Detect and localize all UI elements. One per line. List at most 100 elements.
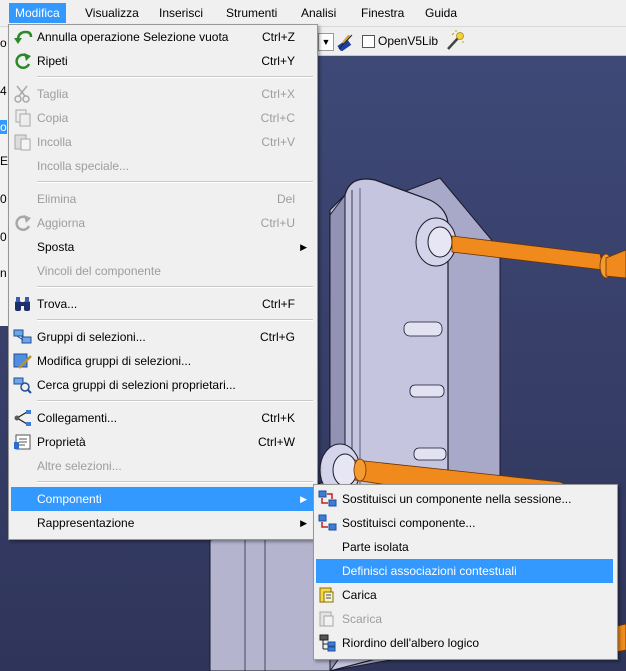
- menu-item-label: Collegamenti...: [37, 411, 118, 425]
- unload-icon: [319, 611, 334, 627]
- menu-item-collegamenti[interactable]: Collegamenti... Ctrl+K: [11, 406, 313, 430]
- menu-separator: [37, 400, 313, 402]
- submenu-item-definisci-associazioni[interactable]: Definisci associazioni contestuali: [316, 559, 613, 583]
- menu-item-label: Trova...: [37, 297, 78, 311]
- submenu-item-label: Definisci associazioni contestuali: [342, 564, 517, 578]
- redo-icon: [15, 53, 31, 69]
- menu-item-trova[interactable]: Trova... Ctrl+F: [11, 292, 313, 316]
- edit-selection-sets-icon: [13, 353, 32, 369]
- menu-analisi[interactable]: Analisi: [295, 5, 342, 21]
- selection-sets-icon: [13, 329, 32, 344]
- menu-guida[interactable]: Guida: [419, 5, 463, 21]
- paint-brush-icon[interactable]: [336, 31, 356, 51]
- menu-separator: [37, 76, 313, 78]
- menu-separator: [37, 481, 313, 483]
- menu-item-copia[interactable]: Copia Ctrl+C: [11, 106, 313, 130]
- menu-item-aggiorna[interactable]: Aggiorna Ctrl+U: [11, 211, 313, 235]
- menu-item-proprieta[interactable]: Proprietà Ctrl+W: [11, 430, 313, 454]
- magic-wand-icon[interactable]: [444, 30, 466, 52]
- search-selection-sets-icon: [13, 377, 32, 394]
- menu-item-rappresentazione[interactable]: Rappresentazione ▶: [11, 511, 313, 535]
- left-strip-char: E: [0, 154, 9, 168]
- menu-finestra[interactable]: Finestra: [355, 5, 410, 21]
- left-strip-char: n: [0, 266, 7, 280]
- paste-icon: [14, 134, 31, 151]
- menu-item-label: Copia: [37, 111, 69, 125]
- menu-item-label: Incolla: [37, 135, 72, 149]
- replace-component-icon: [318, 514, 337, 531]
- menu-item-modifica-gruppi[interactable]: Modifica gruppi di selezioni...: [11, 349, 313, 373]
- submenu-item-label: Riordino dell'albero logico: [342, 636, 480, 650]
- left-strip-char: o: [0, 120, 7, 134]
- submenu-item-scarica[interactable]: Scarica: [316, 607, 613, 631]
- left-strip-char: 0: [0, 192, 7, 206]
- menu-item-label: Annulla operazione Selezione vuota: [37, 30, 229, 44]
- menu-item-label: Incolla speciale...: [37, 159, 130, 173]
- load-icon: [319, 587, 334, 603]
- menu-item-taglia[interactable]: Taglia Ctrl+X: [11, 82, 313, 106]
- scissors-icon: [14, 85, 30, 103]
- submenu-arrow-icon: ▶: [300, 242, 307, 252]
- properties-icon: [14, 434, 31, 450]
- menu-separator: [37, 181, 313, 183]
- menu-item-shortcut: Ctrl+G: [259, 330, 295, 344]
- undo-icon: [14, 30, 33, 44]
- menu-item-shortcut: Ctrl+Y: [261, 54, 295, 68]
- submenu-item-sostituisci-componente[interactable]: Sostituisci componente...: [316, 511, 613, 535]
- copy-icon: [15, 109, 31, 127]
- submenu-item-riordino[interactable]: Riordino dell'albero logico: [316, 631, 613, 655]
- left-strip-char: 4: [0, 84, 7, 98]
- menu-item-shortcut: Ctrl+W: [258, 435, 295, 449]
- menu-item-shortcut: Ctrl+U: [260, 216, 295, 230]
- submenu-item-carica[interactable]: Carica: [316, 583, 613, 607]
- submenu-item-label: Carica: [342, 588, 377, 602]
- menu-item-label: Rappresentazione: [37, 516, 135, 530]
- submenu-arrow-icon: ▶: [300, 494, 307, 504]
- menu-item-elimina[interactable]: Elimina Del: [11, 187, 313, 211]
- menu-item-label: Ripeti: [37, 54, 68, 68]
- openv5lib-checkbox[interactable]: [362, 35, 375, 48]
- menu-strumenti[interactable]: Strumenti: [220, 5, 283, 21]
- menu-item-label: Cerca gruppi di selezioni proprietari...: [37, 378, 236, 392]
- menu-item-componenti[interactable]: Componenti ▶: [11, 487, 313, 511]
- specification-tree-edge: o 4 o E 0 0 n: [0, 26, 8, 326]
- menu-modifica[interactable]: Modifica: [9, 3, 66, 23]
- menu-item-incolla[interactable]: Incolla Ctrl+V: [11, 130, 313, 154]
- replace-session-icon: [318, 490, 337, 507]
- menu-item-shortcut: Ctrl+X: [261, 87, 295, 101]
- menu-item-sposta[interactable]: Sposta ▶: [11, 235, 313, 259]
- menu-item-label: Altre selezioni...: [37, 459, 122, 473]
- menu-item-label: Elimina: [37, 192, 77, 206]
- menu-item-vincoli[interactable]: Vincoli del componente: [11, 259, 313, 283]
- menu-item-altre-selezioni[interactable]: Altre selezioni...: [11, 454, 313, 478]
- menu-item-label: Componenti: [37, 492, 102, 506]
- menu-separator: [37, 286, 313, 288]
- menu-item-gruppi-selezioni[interactable]: Gruppi di selezioni... Ctrl+G: [11, 325, 313, 349]
- submenu-item-sostituisci-sessione[interactable]: Sostituisci un componente nella sessione…: [316, 487, 613, 511]
- submenu-item-parte-isolata[interactable]: Parte isolata: [316, 535, 613, 559]
- menu-item-label: Aggiorna: [37, 216, 86, 230]
- componenti-submenu: Sostituisci un componente nella sessione…: [313, 484, 618, 660]
- menu-item-label: Modifica gruppi di selezioni...: [37, 354, 192, 368]
- left-strip-char: o: [0, 36, 7, 50]
- menu-item-annulla[interactable]: Annulla operazione Selezione vuota Ctrl+…: [11, 25, 313, 49]
- update-icon: [15, 215, 31, 231]
- modifica-dropdown: Annulla operazione Selezione vuota Ctrl+…: [8, 24, 318, 540]
- left-strip-char: 0: [0, 230, 7, 244]
- submenu-item-label: Parte isolata: [342, 540, 409, 554]
- menu-item-incolla-speciale[interactable]: Incolla speciale...: [11, 154, 313, 178]
- menu-item-ripeti[interactable]: Ripeti Ctrl+Y: [11, 49, 313, 73]
- menu-item-shortcut: Ctrl+C: [260, 111, 295, 125]
- menu-item-shortcut: Del: [276, 192, 295, 206]
- toolbar: ▼ OpenV5Lib: [316, 27, 626, 56]
- binoculars-icon: [15, 297, 30, 311]
- menu-visualizza[interactable]: Visualizza: [79, 5, 145, 21]
- menu-inserisci[interactable]: Inserisci: [153, 5, 209, 21]
- menu-item-cerca-gruppi[interactable]: Cerca gruppi di selezioni proprietari...: [11, 373, 313, 397]
- submenu-arrow-icon: ▶: [300, 518, 307, 528]
- menu-item-label: Vincoli del componente: [37, 264, 161, 278]
- combo-dropdown-button[interactable]: ▼: [318, 33, 334, 51]
- menu-item-shortcut: Ctrl+V: [261, 135, 295, 149]
- menu-separator: [37, 319, 313, 321]
- links-icon: [14, 410, 31, 426]
